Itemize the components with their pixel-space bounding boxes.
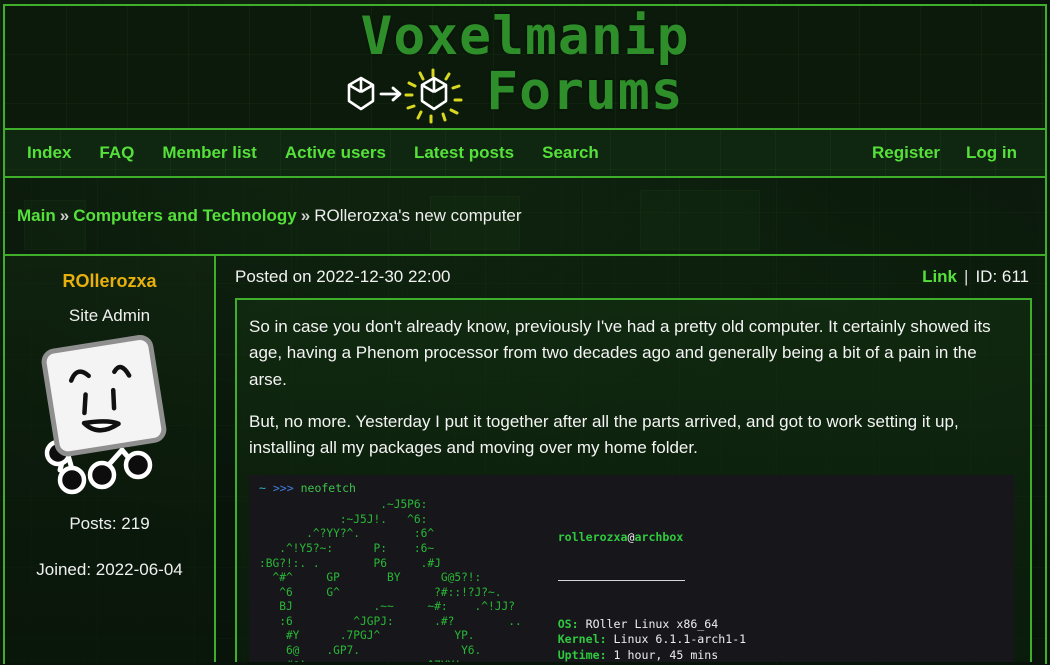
post-meta-separator: | <box>964 267 969 286</box>
neofetch-info: rollerozxa@archbox OS: ROller Linux x86_… <box>557 498 963 662</box>
cube-transform-icon <box>347 68 463 124</box>
neofetch-key: OS: <box>557 616 579 631</box>
post: ROllerozxa Site Admin Posts: 219 Joined:… <box>5 256 1045 662</box>
terminal-prompt-line: ~ >>> neofetch <box>259 481 1006 496</box>
breadcrumb-category[interactable]: Computers and Technology <box>73 206 297 226</box>
breadcrumb-separator: » <box>59 206 70 225</box>
nav-search[interactable]: Search <box>542 143 599 163</box>
post-header: Posted on 2022-12-30 22:00 Link | ID: 61… <box>216 256 1045 298</box>
nav-member-list[interactable]: Member list <box>162 143 256 163</box>
post-body: So in case you don't already know, previ… <box>235 298 1032 662</box>
neofetch-row: OS: ROller Linux x86_64 <box>558 617 963 633</box>
author-joined-date: Joined: 2022-06-04 <box>36 560 183 579</box>
author-username[interactable]: ROllerozxa <box>62 271 156 292</box>
nav-latest-posts[interactable]: Latest posts <box>414 143 514 163</box>
post-main: Posted on 2022-12-30 22:00 Link | ID: 61… <box>216 256 1045 662</box>
neofetch-host: archbox <box>634 529 684 544</box>
breadcrumb-separator: » <box>300 206 311 225</box>
breadcrumb: Main » Computers and Technology » ROller… <box>5 178 1045 256</box>
neofetch-row: Kernel: Linux 6.1.1-arch1-1 <box>558 632 963 648</box>
neofetch-value: Linux 6.1.1-arch1-1 <box>606 632 747 647</box>
neofetch-row: Uptime: 1 hour, 45 mins <box>558 648 963 662</box>
neofetch-ascii-logo: .~J5P6: :~J5J!. ^6: .^?YY?^. :6^ .^!Y5?~… <box>259 498 522 662</box>
forum-page: Voxelmanip Forums Index FAQ Member list … <box>0 0 1050 665</box>
neofetch-key: Uptime: <box>557 648 607 662</box>
author-title: Site Admin <box>68 306 151 325</box>
main-navigation: Index FAQ Member list Active users Lates… <box>5 130 1045 178</box>
post-meta: Link | ID: 611 <box>922 267 1029 287</box>
nav-login[interactable]: Log in <box>966 143 1017 163</box>
neofetch-user: rollerozxa <box>557 529 628 544</box>
nav-account-links: Register Log in <box>872 143 1023 163</box>
breadcrumb-current: ROllerozxa's new computer <box>314 206 522 225</box>
page-frame: Voxelmanip Forums Index FAQ Member list … <box>3 4 1047 664</box>
logo-text-line1: Voxelmanip <box>360 6 690 67</box>
author-post-count: Posts: 219 <box>69 514 150 533</box>
post-permalink[interactable]: Link <box>922 267 957 287</box>
prompt-symbol: >>> <box>272 480 294 495</box>
breadcrumb-root[interactable]: Main <box>17 206 56 226</box>
neofetch-user-host: rollerozxa@archbox <box>557 529 684 544</box>
nav-index[interactable]: Index <box>27 143 71 163</box>
post-id: ID: 611 <box>975 267 1029 286</box>
prompt-path: ~ <box>259 480 266 495</box>
site-logo[interactable]: Voxelmanip Forums <box>5 10 1045 118</box>
post-paragraph: But, no more. Yesterday I put it togethe… <box>249 412 959 458</box>
nav-faq[interactable]: FAQ <box>99 143 134 163</box>
neofetch-output: .~J5P6: :~J5J!. ^6: .^?YY?^. :6^ .^!Y5?~… <box>259 498 1006 662</box>
logo-text-line2: Forums <box>486 61 684 122</box>
neofetch-divider <box>557 580 685 582</box>
site-banner: Voxelmanip Forums <box>5 6 1045 130</box>
terminal-command: neofetch <box>300 480 356 495</box>
neofetch-info-rows: OS: ROller Linux x86_64 Kernel: Linux 6.1… <box>558 617 963 662</box>
terminal-screenshot: ~ >>> neofetch .~J5P6: :~J5J!. ^6: .^?YY… <box>249 474 1014 662</box>
avatar[interactable] <box>30 330 190 508</box>
post-paragraph: So in case you don't already know, previ… <box>249 317 991 389</box>
neofetch-key: Kernel: <box>557 632 607 647</box>
post-timestamp: Posted on 2022-12-30 22:00 <box>235 267 451 286</box>
nav-register[interactable]: Register <box>872 143 940 163</box>
nav-active-users[interactable]: Active users <box>285 143 386 163</box>
neofetch-value: ROller Linux x86_64 <box>578 616 719 631</box>
post-author-panel: ROllerozxa Site Admin Posts: 219 Joined:… <box>5 256 216 662</box>
neofetch-value: 1 hour, 45 mins <box>606 648 719 662</box>
